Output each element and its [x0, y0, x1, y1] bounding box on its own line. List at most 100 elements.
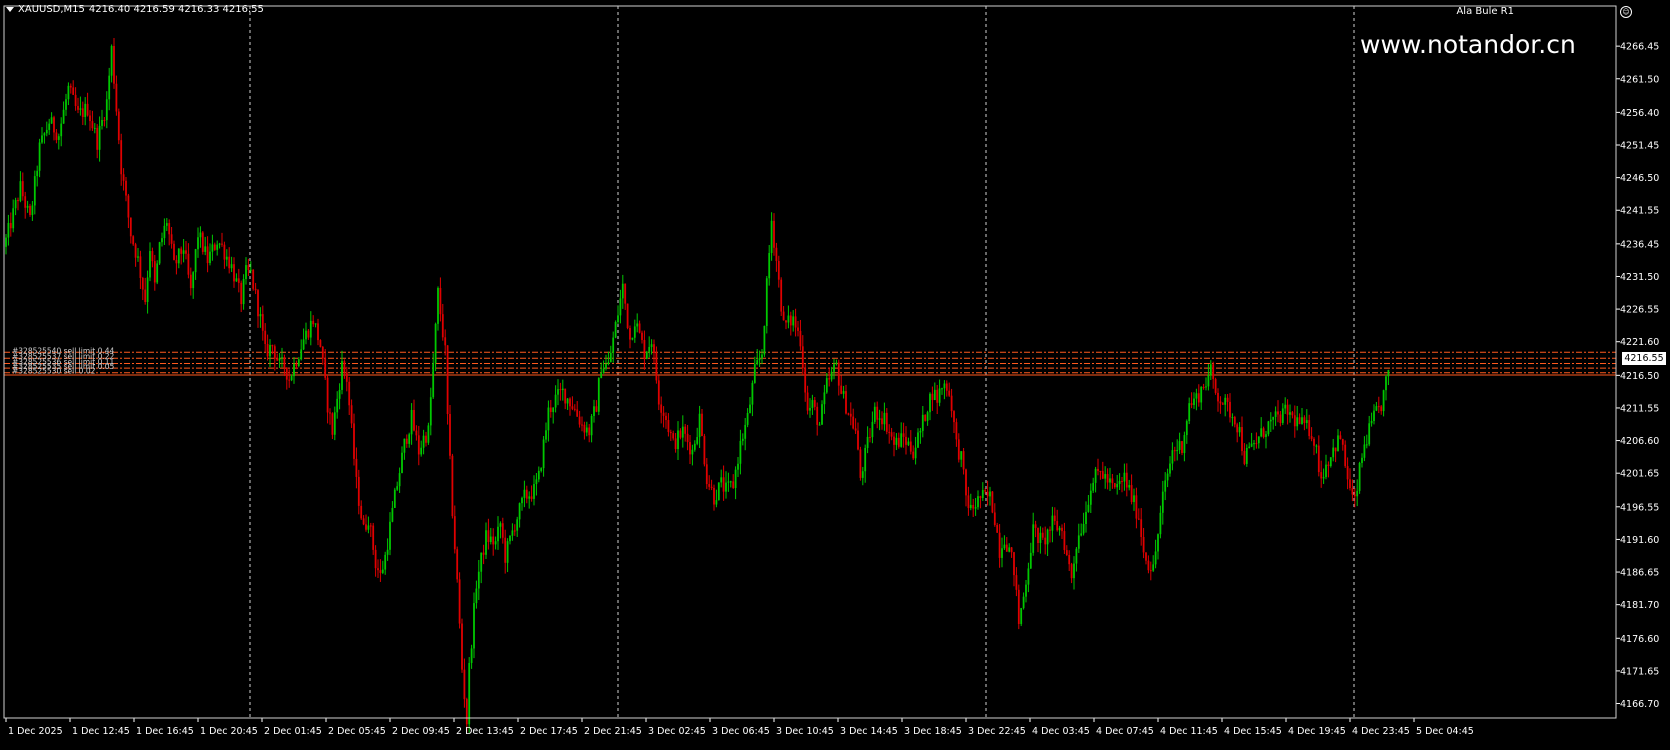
y-tick-label: 4266.45 — [1620, 42, 1659, 53]
y-tick-label: 4171.65 — [1620, 666, 1659, 677]
candle-body — [173, 243, 175, 260]
candle-body — [504, 537, 507, 563]
x-tick-label: 2 Dec 21:45 — [584, 726, 642, 737]
candle-body — [65, 99, 67, 110]
candle-body — [1380, 406, 1383, 412]
candle-body — [715, 500, 718, 505]
candle-body — [597, 378, 600, 412]
candle-body — [271, 345, 274, 347]
candle-body — [1277, 411, 1279, 415]
y-tick-label: 4231.50 — [1620, 272, 1659, 283]
candle-body — [564, 388, 567, 404]
candle-body — [1327, 464, 1330, 467]
candle-body — [386, 549, 389, 555]
candle-body — [477, 571, 480, 589]
chart-menu-icon[interactable] — [6, 7, 14, 12]
candle-body — [468, 662, 471, 725]
candle-body — [429, 397, 432, 426]
candle-body — [314, 323, 317, 325]
candle-body — [1130, 485, 1133, 503]
x-tick-label: 2 Dec 09:45 — [392, 726, 450, 737]
candle-body — [1353, 494, 1356, 497]
candle-body — [1315, 445, 1318, 447]
candle-body — [614, 322, 617, 338]
candle-body — [799, 330, 802, 347]
candle-body — [288, 379, 291, 381]
candle-body — [792, 316, 795, 326]
candle-body — [470, 648, 473, 663]
candle-body — [101, 120, 103, 126]
candle-body — [1351, 488, 1354, 495]
candle-body — [379, 570, 382, 573]
candle-body — [79, 108, 82, 110]
candle-body — [1205, 386, 1207, 388]
candle-body — [350, 405, 353, 424]
x-tick-label: 4 Dec 11:45 — [1160, 726, 1218, 737]
candlestick-chart[interactable]: 4266.45 4261.50 4256.40 4251.45 4246.50 4241.… — [0, 0, 1670, 746]
candle-body — [629, 327, 631, 340]
candle-body — [1233, 417, 1236, 425]
candle-body — [869, 436, 871, 438]
candle-body — [811, 400, 814, 408]
candle-body — [72, 87, 75, 95]
candle-body — [333, 412, 336, 435]
candle-body — [785, 320, 787, 323]
candle-body — [21, 181, 24, 197]
candle-body — [422, 435, 425, 448]
candle-body — [1118, 481, 1121, 484]
candle-body — [216, 244, 219, 250]
candle-body — [1058, 527, 1061, 531]
candle-body — [1238, 427, 1241, 433]
candle-body — [571, 406, 574, 409]
candle-body — [209, 251, 211, 264]
candle-body — [684, 426, 687, 434]
candle-body — [974, 507, 977, 509]
candle-body — [1022, 596, 1025, 609]
candle-body — [969, 504, 972, 509]
candle-body — [249, 269, 252, 271]
candle-body — [367, 525, 370, 530]
candle-body — [857, 430, 859, 450]
candle-body — [924, 414, 927, 421]
candle-body — [703, 436, 706, 465]
candle-body — [1361, 457, 1363, 463]
candle-body — [708, 484, 711, 487]
x-tick-label: 4 Dec 07:45 — [1096, 726, 1154, 737]
candle-body — [1099, 470, 1102, 472]
candle-body — [542, 439, 545, 469]
candle-body — [732, 481, 735, 488]
candle-body — [1149, 570, 1152, 572]
candle-body — [1255, 443, 1258, 445]
candle-body — [1137, 518, 1140, 520]
candle-body — [158, 242, 161, 264]
candle-body — [204, 246, 207, 252]
candle-body — [849, 413, 852, 417]
candle-body — [1262, 428, 1265, 437]
candle-body — [593, 406, 595, 416]
candle-body — [912, 451, 915, 459]
candle-body — [936, 389, 939, 403]
candle-body — [883, 412, 886, 425]
candle-body — [1183, 435, 1186, 454]
candle-body — [981, 490, 984, 498]
candle-body — [1197, 393, 1200, 403]
candle-body — [612, 337, 615, 353]
candle-body — [48, 123, 51, 130]
candle-body — [722, 477, 725, 492]
candle-body — [1128, 485, 1131, 488]
candle-body — [540, 468, 543, 471]
candle-body — [1219, 401, 1222, 404]
candle-body — [1243, 451, 1246, 464]
y-tick-label: 4196.55 — [1620, 502, 1659, 513]
candle-body — [1387, 369, 1390, 377]
plot-border — [3, 5, 1617, 719]
chart-area[interactable]: 4266.45 4261.50 4256.40 4251.45 4246.50 4241.… — [0, 0, 1670, 746]
candle-body — [1284, 404, 1287, 409]
candle-body — [737, 463, 739, 470]
candle-body — [763, 325, 766, 355]
candle-body — [996, 524, 999, 533]
candle-body — [998, 532, 1001, 558]
candle-body — [1373, 410, 1375, 422]
candle-body — [1349, 479, 1351, 489]
candle-body — [139, 256, 142, 279]
